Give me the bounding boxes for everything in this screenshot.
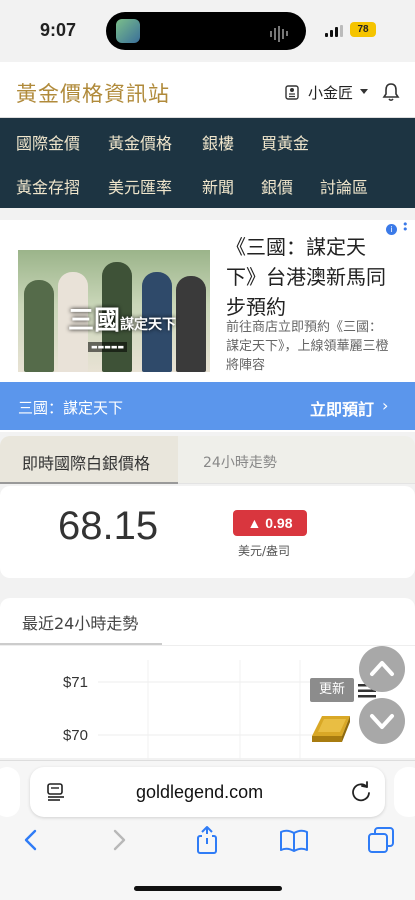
- y-tick-label: $71: [63, 674, 88, 691]
- nav-item-silver-price[interactable]: 銀價: [261, 174, 293, 198]
- nav-item-gold-passbook[interactable]: 黃金存摺: [16, 174, 80, 198]
- price-tabs: 即時國際白銀價格 24小時走勢: [0, 436, 415, 484]
- trend-title: 最近24小時走勢: [22, 614, 139, 633]
- bookmarks-icon[interactable]: [279, 825, 309, 855]
- nav-item-buy-gold[interactable]: 買黃金: [261, 130, 309, 154]
- site-header: 黃金價格資訊站 小金匠: [0, 62, 415, 118]
- gold-bar-icon[interactable]: [308, 708, 354, 744]
- user-menu[interactable]: 小金匠: [308, 82, 353, 103]
- nav-item-gold-price[interactable]: 黃金價格: [108, 130, 172, 154]
- battery-icon: 78: [350, 22, 376, 37]
- chevron-right-icon: ›: [382, 396, 389, 415]
- nav-item-news[interactable]: 新聞: [202, 174, 234, 198]
- nav-item-international-gold[interactable]: 國際金價: [16, 130, 80, 154]
- user-badge-icon[interactable]: [285, 84, 299, 100]
- ad-image[interactable]: 三國謀定天下 ▬▬▬▬▬: [18, 250, 210, 372]
- share-icon[interactable]: [192, 825, 222, 855]
- price-change-badge: ▲ 0.98: [233, 510, 307, 536]
- ad-info-icon[interactable]: i: [386, 224, 397, 235]
- status-bar: 9:07 78: [0, 0, 415, 62]
- dynamic-island: [106, 12, 306, 50]
- main-nav: 國際金價 黃金價格 銀樓 買黃金 黃金存摺 美元匯率 新聞 銀價 討論區: [0, 118, 415, 208]
- more-options-icon[interactable]: • •: [402, 219, 409, 235]
- chevron-up-icon: [370, 661, 394, 676]
- price-unit: 美元/盎司: [238, 544, 291, 558]
- price-card: 68.15 ▲ 0.98 美元/盎司: [0, 486, 415, 578]
- silver-price-value: 68.15: [58, 504, 159, 548]
- clock: 9:07: [40, 20, 77, 40]
- tab-24h-trend[interactable]: 24小時走勢: [203, 452, 277, 472]
- back-icon[interactable]: [16, 825, 46, 855]
- page-menu-icon[interactable]: [46, 783, 66, 801]
- next-tab-preview[interactable]: [394, 767, 415, 817]
- chevron-down-icon[interactable]: [360, 89, 368, 94]
- ad-headline[interactable]: 《三國：謀定天下》台港澳新馬同步預約: [226, 232, 386, 322]
- ad-description[interactable]: 前往商店立即預約《三國：謀定天下》，上線領華麗三橙將陣容: [226, 318, 392, 375]
- home-indicator: [134, 886, 282, 891]
- ad-cta-bar[interactable]: 三國：謀定天下 立即預訂 ›: [0, 382, 415, 430]
- address-bar[interactable]: goldlegend.com: [30, 767, 385, 817]
- forward-icon[interactable]: [104, 825, 134, 855]
- chevron-down-icon: [370, 714, 394, 729]
- ad-logo: 三國謀定天下: [68, 306, 177, 336]
- ad-cta-button[interactable]: 立即預訂: [310, 396, 374, 420]
- ad-logo-caption: ▬▬▬▬▬: [88, 342, 128, 352]
- app-icon: [116, 19, 140, 43]
- update-button[interactable]: 更新: [310, 678, 354, 702]
- nav-item-usd-rate[interactable]: 美元匯率: [108, 174, 172, 198]
- bell-icon[interactable]: [382, 82, 400, 102]
- nav-item-forum[interactable]: 討論區: [320, 174, 368, 198]
- ad-bar-name: 三國：謀定天下: [18, 399, 124, 417]
- url-text[interactable]: goldlegend.com: [136, 782, 263, 803]
- browser-toolbar: goldlegend.com: [0, 760, 415, 900]
- nav-item-jewelry-store[interactable]: 銀樓: [202, 130, 234, 154]
- y-tick-label: $70: [63, 727, 88, 744]
- reload-icon[interactable]: [350, 781, 372, 803]
- divider: [0, 645, 415, 646]
- scroll-down-button[interactable]: [359, 698, 405, 744]
- tab-label: 即時國際白銀價格: [22, 454, 151, 473]
- previous-tab-preview[interactable]: [0, 767, 20, 817]
- site-title[interactable]: 黃金價格資訊站: [16, 78, 170, 108]
- signal-icon: [325, 25, 345, 37]
- tabs-icon[interactable]: [366, 825, 396, 855]
- audio-wave-icon: [270, 23, 292, 42]
- scroll-up-button[interactable]: [359, 646, 405, 692]
- tab-live-silver-price[interactable]: 即時國際白銀價格: [0, 436, 178, 484]
